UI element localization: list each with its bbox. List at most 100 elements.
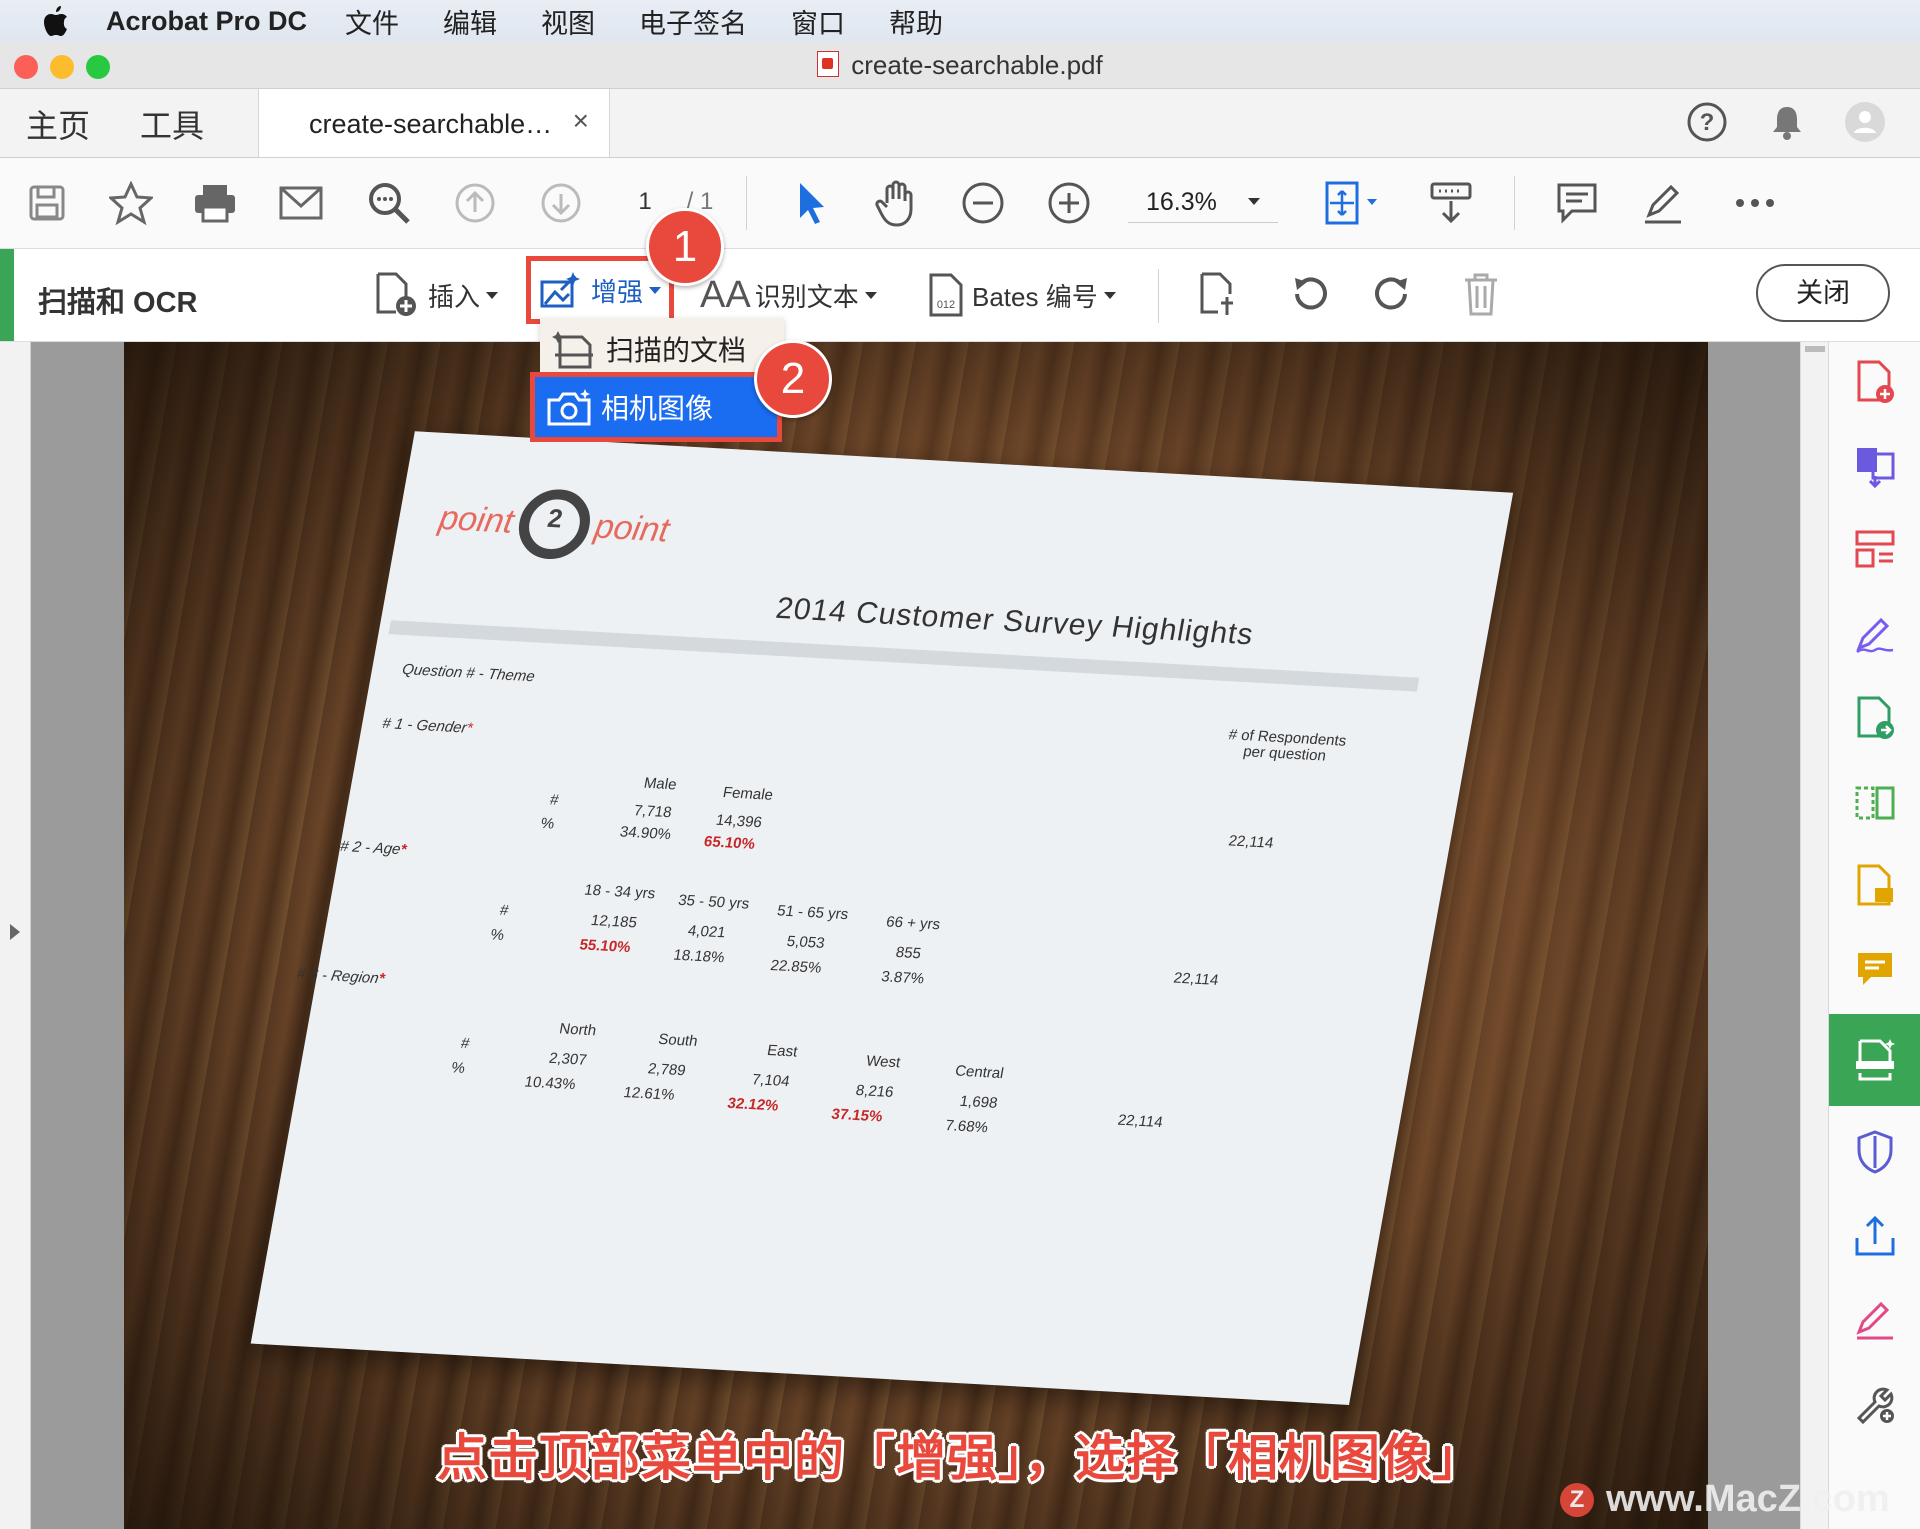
q2-count-4: 855	[894, 944, 923, 963]
chevron-down-icon	[864, 291, 877, 299]
q1-pct-female: 65.10%	[702, 833, 757, 853]
page-settings-icon[interactable]	[1196, 269, 1246, 319]
q1-hash: #	[548, 791, 561, 809]
zoom-level-value: 16.3%	[1146, 188, 1217, 216]
close-tool-button[interactable]: 关闭	[1756, 264, 1890, 322]
save-icon[interactable]	[22, 178, 72, 228]
account-avatar-icon[interactable]	[1844, 101, 1886, 143]
hand-tool-icon[interactable]	[872, 178, 922, 228]
export-pdf-icon[interactable]	[1829, 678, 1920, 758]
menu-file[interactable]: 文件	[345, 2, 399, 41]
q1-total: 22,114	[1227, 832, 1275, 852]
q1-count-male: 7,718	[632, 802, 674, 822]
point2point-logo: point 2 point	[433, 483, 675, 565]
delete-trash-icon[interactable]	[1456, 269, 1506, 319]
select-cursor-icon[interactable]	[786, 178, 836, 228]
rotate-right-icon[interactable]	[1368, 269, 1418, 319]
q2-count-1: 12,185	[589, 911, 639, 932]
help-icon[interactable]: ?	[1686, 101, 1728, 143]
survey-paper: point 2 point 2014 Customer Survey Highl…	[250, 431, 1514, 1405]
bates-number-icon: 012	[929, 273, 963, 317]
logo-number: 2	[545, 502, 566, 534]
next-page-icon[interactable]	[536, 178, 586, 228]
scrolling-mode-icon[interactable]	[1426, 178, 1476, 228]
q2-pct-3: 22.85%	[769, 957, 823, 977]
rotate-left-icon[interactable]	[1284, 269, 1334, 319]
close-tab-icon[interactable]: ×	[573, 105, 589, 137]
email-icon[interactable]	[276, 178, 326, 228]
menu-esign[interactable]: 电子签名	[639, 2, 747, 41]
chevron-down-icon	[1248, 198, 1260, 205]
print-icon[interactable]	[190, 178, 240, 228]
q1-label: # 1 - Gender*	[380, 715, 474, 737]
q6-col-central: Central	[953, 1062, 1006, 1083]
logo-text-right: point	[591, 507, 673, 549]
comment-tool-icon[interactable]	[1829, 930, 1920, 1010]
q6-col-west: West	[864, 1052, 902, 1072]
fill-sign-icon[interactable]	[1829, 594, 1920, 674]
watermark: Zwww.MacZ.com	[1560, 1478, 1890, 1521]
menu-item-camera-image[interactable]: 相机图像	[530, 372, 782, 442]
tab-document[interactable]: create-searchable… ×	[258, 89, 610, 157]
combine-files-icon[interactable]	[1829, 426, 1920, 506]
q2-col-2: 35 - 50 yrs	[676, 891, 751, 913]
page-number-input[interactable]: 1	[620, 188, 670, 216]
menu-item-scanned-document[interactable]: 扫描的文档	[540, 318, 784, 380]
menu-app-name[interactable]: Acrobat Pro DC	[106, 6, 307, 37]
zoom-level-dropdown[interactable]: 16.3%	[1128, 182, 1278, 223]
expand-panel-icon[interactable]	[8, 922, 22, 942]
bell-icon[interactable]	[1766, 101, 1808, 143]
share-upload-icon[interactable]	[1829, 1196, 1920, 1276]
zoom-out-icon[interactable]	[958, 178, 1008, 228]
chevron-down-icon	[649, 286, 661, 294]
organize-pages-icon[interactable]	[1829, 510, 1920, 590]
q6-pct-central: 7.68%	[943, 1117, 990, 1137]
protect-shield-icon[interactable]	[1829, 1112, 1920, 1192]
menu-help[interactable]: 帮助	[889, 2, 943, 41]
camera-image-label: 相机图像	[601, 393, 714, 424]
menu-window[interactable]: 窗口	[791, 2, 845, 41]
chevron-down-icon	[1103, 291, 1116, 299]
main-toolbar: 1 / 1 16.3%	[0, 158, 1920, 249]
scan-ocr-tool-icon[interactable]	[1829, 1014, 1920, 1106]
step-badge-1: 1	[646, 208, 724, 286]
zoom-in-icon[interactable]	[1044, 178, 1094, 228]
recognize-text-button[interactable]: AA 识别文本	[700, 269, 877, 321]
scroll-thumb[interactable]	[1805, 346, 1825, 352]
insert-button[interactable]: 插入	[374, 269, 499, 321]
request-signature-icon[interactable]	[1829, 1280, 1920, 1360]
tab-home[interactable]: 主页	[26, 101, 90, 147]
menu-view[interactable]: 视图	[541, 2, 595, 41]
vertical-scrollbar[interactable]	[1800, 342, 1829, 1529]
logo-text-left: point	[436, 498, 517, 541]
find-zoom-icon[interactable]	[364, 178, 414, 228]
left-panel-toggle[interactable]	[0, 342, 31, 1529]
font-aa-icon: AA	[700, 273, 751, 316]
bookmark-star-icon[interactable]	[106, 178, 156, 228]
menu-bar: Acrobat Pro DC 文件 编辑 视图 电子签名 窗口 帮助	[0, 0, 1920, 42]
previous-page-icon[interactable]	[450, 178, 500, 228]
q2-col-1: 18 - 34 yrs	[582, 881, 657, 903]
draw-pen-icon[interactable]	[1638, 178, 1688, 228]
create-pdf-icon[interactable]	[1829, 342, 1920, 422]
q2-col-3: 51 - 65 yrs	[775, 902, 850, 924]
tab-tools[interactable]: 工具	[140, 101, 204, 147]
more-options-icon[interactable]	[1730, 178, 1780, 228]
fit-page-icon[interactable]	[1318, 178, 1388, 228]
menu-edit[interactable]: 编辑	[443, 2, 497, 41]
q6-hash: #	[459, 1034, 471, 1053]
toolbar-divider	[746, 176, 747, 230]
q6-count-central: 1,698	[958, 1092, 999, 1112]
q6-col-north: North	[557, 1020, 598, 1040]
q6-pct-north: 10.43%	[523, 1073, 578, 1094]
tab-document-label: create-searchable…	[309, 109, 553, 139]
apple-icon[interactable]	[36, 6, 76, 36]
bates-numbering-button[interactable]: 012 Bates 编号	[928, 269, 1116, 321]
comment-icon[interactable]	[1552, 178, 1602, 228]
window-titlebar: create-searchable.pdf	[0, 42, 1920, 89]
scanned-document-label: 扫描的文档	[606, 335, 747, 366]
q2-pct-symbol: %	[489, 926, 506, 944]
toolbar-divider	[1158, 269, 1159, 323]
edit-pdf-comment-icon[interactable]	[1829, 846, 1920, 926]
compare-files-icon[interactable]	[1829, 762, 1920, 842]
